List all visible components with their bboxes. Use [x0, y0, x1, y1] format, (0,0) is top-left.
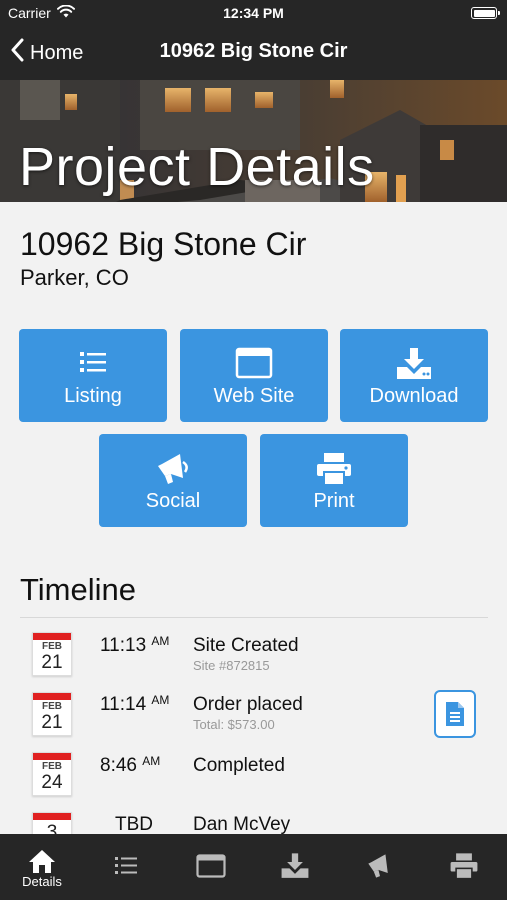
calendar-icon: FEB 21	[32, 692, 72, 736]
download-label: Download	[369, 385, 459, 407]
calendar-icon: FEB 24	[32, 752, 72, 796]
tab-listing[interactable]	[84, 834, 168, 900]
calendar-month: FEB	[42, 761, 62, 772]
hero-title: Project Details	[19, 137, 375, 197]
timeline-time: 8:46 AM	[100, 754, 161, 776]
website-button[interactable]: Web Site	[180, 329, 328, 422]
tab-social[interactable]	[338, 834, 422, 900]
print-button[interactable]: Print	[260, 434, 408, 527]
timeline-sub: Site #872815	[193, 658, 270, 673]
print-label: Print	[313, 490, 355, 512]
timeline-event: Dan McVey	[193, 814, 291, 835]
timeline-time: 11:13 AM	[100, 634, 170, 656]
social-button[interactable]: Social	[99, 434, 247, 527]
timeline-row: FEB 21 11:14 AM Order placed Total: $573…	[0, 690, 507, 750]
timeline-sub: Total: $573.00	[193, 717, 275, 732]
invoice-button[interactable]	[434, 690, 476, 738]
hero-banner: Project Details	[0, 80, 507, 202]
printer-icon	[450, 853, 478, 880]
timeline-time: 11:14 AM	[100, 693, 170, 715]
calendar-day: 21	[41, 712, 63, 733]
document-icon	[446, 702, 464, 726]
tab-details[interactable]: Details	[0, 834, 84, 900]
battery-icon	[471, 7, 500, 19]
clock: 12:34 PM	[223, 5, 284, 21]
city-state: Parker, CO	[20, 265, 129, 290]
timeline-row: FEB 24 8:46 AM Completed	[0, 750, 507, 810]
timeline-event: Site Created	[193, 635, 299, 656]
calendar-day: 24	[41, 772, 63, 793]
timeline-heading: Timeline	[20, 572, 136, 607]
tab-details-label: Details	[22, 874, 62, 889]
timeline-row: FEB 21 11:13 AM Site Created Site #87281…	[0, 630, 507, 690]
calendar-month: FEB	[42, 701, 62, 712]
home-icon	[29, 850, 55, 873]
chevron-left-icon	[10, 38, 24, 68]
street-address: 10962 Big Stone Cir	[20, 226, 307, 262]
website-label: Web Site	[213, 385, 295, 407]
printer-icon	[317, 453, 351, 486]
browser-window-icon	[235, 347, 273, 379]
timeline-event: Completed	[193, 755, 285, 776]
download-icon	[397, 348, 431, 379]
tab-website[interactable]	[169, 834, 253, 900]
status-bar: Carrier 12:34 PM	[0, 0, 507, 26]
calendar-month: FEB	[42, 641, 62, 652]
list-icon	[115, 857, 137, 874]
tab-bar: Details	[0, 834, 507, 900]
listing-button[interactable]: Listing	[19, 329, 167, 422]
download-button[interactable]: Download	[340, 329, 488, 422]
timeline-divider	[20, 617, 488, 618]
megaphone-icon	[158, 454, 188, 484]
tab-download[interactable]	[253, 834, 337, 900]
calendar-icon: FEB 21	[32, 632, 72, 676]
timeline-event: Order placed	[193, 694, 303, 715]
download-icon	[281, 853, 309, 878]
listing-label: Listing	[64, 385, 122, 407]
back-button[interactable]: Home	[10, 38, 83, 68]
browser-window-icon	[196, 854, 226, 878]
list-icon	[80, 352, 106, 372]
back-label: Home	[30, 41, 84, 64]
project-address: 10962 Big Stone Cir Parker, CO	[20, 226, 306, 291]
timeline-time: TBD	[115, 814, 153, 835]
navigation-bar: Home 10962 Big Stone Cir	[0, 26, 507, 80]
megaphone-icon	[368, 854, 388, 878]
calendar-day: 21	[41, 652, 63, 673]
tab-print[interactable]	[422, 834, 506, 900]
social-label: Social	[145, 490, 201, 512]
